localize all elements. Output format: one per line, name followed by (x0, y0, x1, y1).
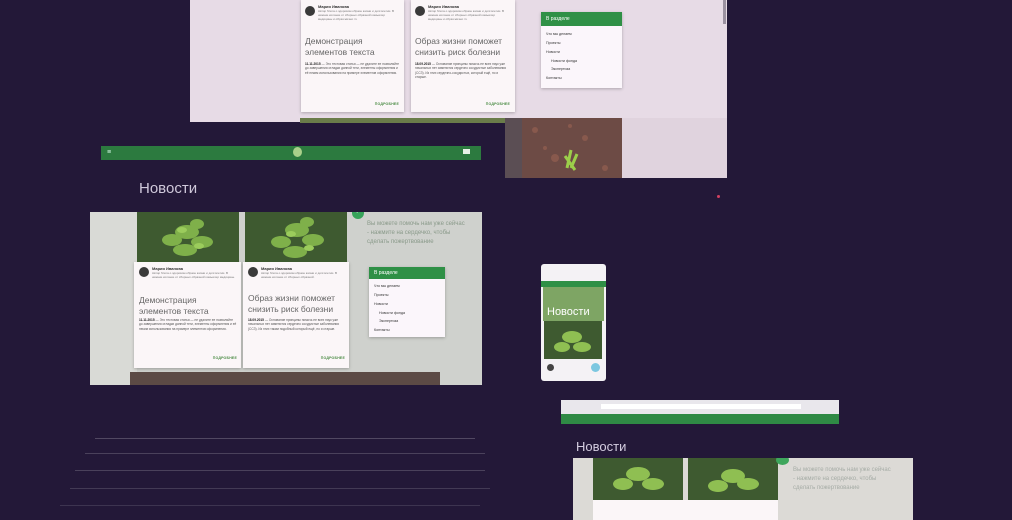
bottom-donate-text: Вы можете помочь нам уже сейчас - нажмит… (793, 467, 891, 491)
card-excerpt: 18.09.2015 — Основание принципы помочь е… (248, 318, 346, 342)
avatar (139, 267, 149, 277)
avatar (248, 267, 258, 277)
mail-icon[interactable] (463, 149, 470, 154)
top-monitor-lower-strip (300, 118, 522, 123)
sidebar-item[interactable]: Новости фонда (551, 59, 577, 63)
card-excerpt: 11.11.2015 — Это тестовая статья — не уд… (139, 318, 237, 342)
card-date: 11.11.2015 (139, 318, 155, 322)
donate-text: Вы можете помочь нам уже сейчас - нажмит… (367, 221, 465, 245)
card-title[interactable]: Демонстрация элементов текста (139, 295, 239, 316)
card-date: 18.09.2015 (415, 62, 431, 66)
card-image (593, 458, 683, 500)
mid-monitor-screen: Мария Иванова Автор блога о здоровом обр… (90, 212, 482, 385)
phone-title: Новости (547, 306, 590, 318)
more-link[interactable]: ПОДРОБНЕЕ (321, 356, 345, 360)
keyboard-reflection (60, 505, 480, 506)
card-title[interactable]: Образ жизни поможет снизить риск болезни (248, 293, 348, 314)
phone-card-image (544, 321, 602, 359)
card-excerpt: 18.09.2015 — Основание принципы помочь е… (415, 62, 510, 86)
card-date: 18.09.2015 (248, 318, 264, 322)
section-sidebar: В разделе Что мы делаем Проекты Новости … (541, 12, 622, 88)
avatar (415, 6, 425, 16)
news-card[interactable]: Мария Иванова Автор блога о здоровом обр… (411, 0, 515, 112)
sidebar-item[interactable]: Контакты (546, 76, 562, 80)
avatar (305, 6, 315, 16)
bottom-section-title: Новости (576, 439, 627, 454)
author-bio: Автор блога о здоровом образе жизни и до… (318, 9, 395, 21)
news-card[interactable]: Мария Иванова Автор блога о здоровом обр… (243, 262, 349, 368)
keyboard-reflection (85, 453, 485, 454)
sidebar-item[interactable]: Проекты (374, 293, 388, 297)
sidebar-item[interactable]: Проекты (546, 41, 560, 45)
phone-avatar (547, 364, 554, 371)
sidebar-heading: В разделе (541, 12, 622, 26)
sidebar-item[interactable]: Новости (546, 50, 560, 54)
more-link[interactable]: ПОДРОБНЕЕ (486, 102, 510, 106)
donate-heart-button[interactable]: ♥ (352, 212, 364, 219)
bottom-monitor-toolbar (561, 400, 839, 414)
tree-logo-icon[interactable] (293, 147, 302, 157)
sidebar-item[interactable]: Новости (374, 302, 388, 306)
sidebar-item[interactable]: Экспертиза (379, 319, 398, 323)
sidebar-heading: В разделе (369, 267, 445, 279)
browser-address-bar[interactable] (601, 404, 801, 409)
partial-card (90, 212, 137, 385)
card-strip (593, 500, 778, 520)
sidebar-item[interactable]: Контакты (374, 328, 390, 332)
news-card[interactable]: Мария Иванова Автор блога о здоровом обр… (134, 262, 241, 368)
phone-screen: Новости (541, 264, 606, 381)
heart-icon: ♥ (355, 212, 359, 215)
section-sidebar: В разделе Что мы делаем Проекты Новости … (369, 267, 445, 337)
plant-photo (137, 212, 239, 262)
top-monitor-soil-image (505, 118, 727, 178)
bottom-monitor-screen: Вы можете помочь нам уже сейчас - нажмит… (573, 458, 913, 520)
sidebar-item[interactable]: Что мы делаем (374, 284, 400, 288)
header-bar: ≡ (101, 146, 481, 160)
donate-heart-button[interactable] (776, 458, 789, 465)
section-title: Новости (139, 180, 198, 197)
card-image (245, 212, 347, 262)
red-led-dot (717, 195, 720, 198)
card-title[interactable]: Образ жизни поможет снизить риск болезни (415, 36, 510, 57)
news-card[interactable]: Мария Иванова Автор блога о здоровом обр… (301, 0, 404, 112)
sidebar-item[interactable]: Новости фонда (379, 311, 405, 315)
phone-heart-button[interactable] (591, 363, 600, 372)
card-date: 11.11.2015 (305, 62, 321, 66)
author-bio: Автор блога о здоровом образе жизни и до… (152, 271, 235, 279)
menu-icon[interactable]: ≡ (107, 149, 111, 156)
next-row-images (130, 372, 440, 385)
sidebar-item[interactable]: Экспертиза (551, 67, 570, 71)
top-monitor-screen: Мария Иванова Автор блога о здоровом обр… (190, 0, 727, 122)
plant-photo (245, 212, 347, 262)
keyboard-reflection (70, 488, 490, 489)
more-link[interactable]: ПОДРОБНЕЕ (375, 102, 399, 106)
plant-photo (593, 458, 683, 500)
plant-photo (544, 321, 602, 359)
card-title[interactable]: Демонстрация элементов текста (305, 36, 400, 57)
card-image (137, 212, 239, 262)
scrollbar[interactable] (723, 0, 726, 24)
card-image (688, 458, 778, 500)
sidebar-item[interactable]: Что мы делаем (546, 32, 572, 36)
bottom-monitor-header (561, 414, 839, 424)
keyboard-reflection (75, 470, 485, 471)
author-bio: Автор блога о здоровом образе жизни и до… (428, 9, 505, 21)
soil-sprout-photo (505, 118, 622, 178)
card-excerpt: 11.11.2015 — Это тестовая статья — не уд… (305, 62, 400, 82)
author-bio: Автор блога о здоровом образе жизни и до… (261, 271, 338, 279)
plant-photo (688, 458, 778, 500)
more-link[interactable]: ПОДРОБНЕЕ (213, 356, 237, 360)
keyboard-reflection (95, 438, 475, 439)
